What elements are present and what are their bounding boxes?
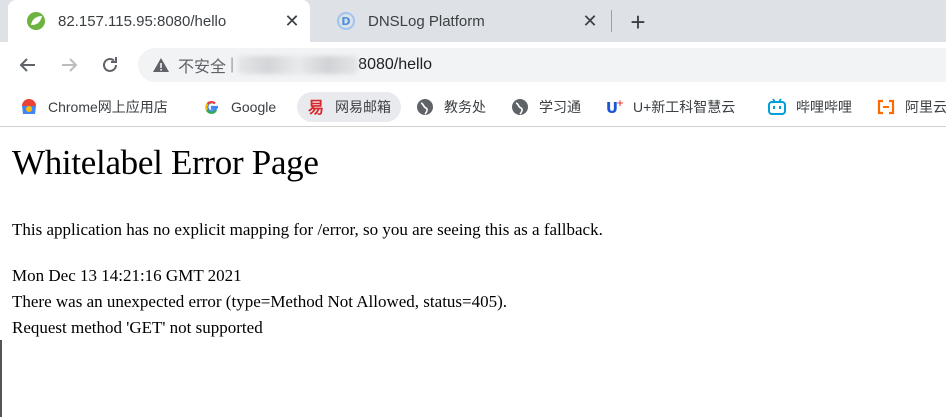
tab-title: DNSLog Platform — [368, 12, 485, 30]
close-icon[interactable]: ✕ — [282, 11, 302, 31]
toolbar: 不安全 | 8080/hello — [0, 42, 946, 88]
page-content: Whitelabel Error Page This application h… — [0, 127, 946, 417]
tab-strip: 82.157.115.95:8080/hello ✕ D DNSLog Plat… — [0, 0, 946, 42]
google-icon — [203, 98, 221, 116]
bilibili-icon — [768, 98, 786, 116]
bookmark-label: Chrome网上应用店 — [48, 99, 168, 115]
bookmark-label: Google — [231, 99, 277, 115]
u-plus-icon: U + — [605, 98, 623, 116]
tab-separator — [611, 10, 612, 32]
security-label[interactable]: 不安全 — [178, 53, 226, 77]
bookmarks-bar: Chrome网上应用店 Google 易 网易邮箱 教务处 学习通 U + U+新… — [0, 88, 946, 127]
tab-title: 82.157.115.95:8080/hello — [58, 12, 227, 30]
globe-icon — [416, 98, 434, 116]
separator: | — [230, 56, 235, 73]
aliyun-icon — [877, 98, 895, 116]
bookmark-xuexitong[interactable]: 学习通 — [511, 92, 581, 122]
error-description: There was an unexpected error (type=Meth… — [12, 292, 508, 311]
url-text[interactable]: 8080/hello — [358, 56, 432, 74]
bookmark-u-plus[interactable]: U + U+新工科智慧云 — [605, 92, 735, 122]
bookmark-netease-mail[interactable]: 易 网易邮箱 — [297, 92, 401, 122]
bookmark-bilibili[interactable]: 哔哩哔哩 — [768, 92, 852, 122]
bookmark-jiaowuchu[interactable]: 教务处 — [416, 92, 486, 122]
spring-leaf-icon — [26, 11, 46, 31]
bookmark-label: 学习通 — [539, 99, 581, 115]
globe-icon — [511, 98, 529, 116]
address-bar[interactable]: 不安全 | 8080/hello — [138, 48, 946, 82]
svg-text:+: + — [616, 99, 623, 109]
back-arrow-icon[interactable] — [14, 51, 42, 79]
bookmark-aliyun[interactable]: 阿里云 — [877, 92, 946, 122]
dnslog-icon: D — [336, 11, 356, 31]
bookmark-label: 阿里云 — [905, 99, 946, 115]
close-icon[interactable]: ✕ — [580, 11, 600, 31]
bookmark-google[interactable]: Google — [203, 92, 276, 122]
tab-hello[interactable]: 82.157.115.95:8080/hello ✕ — [8, 0, 310, 42]
fallback-message: This application has no explicit mapping… — [12, 220, 603, 239]
window-edge — [0, 340, 2, 417]
error-detail: Request method 'GET' not supported — [12, 318, 263, 337]
svg-text:易: 易 — [308, 98, 324, 116]
new-tab-icon[interactable]: + — [626, 7, 650, 37]
warning-triangle-icon[interactable] — [152, 56, 170, 74]
bookmark-label: U+新工科智慧云 — [633, 99, 736, 115]
chrome-webstore-icon — [20, 98, 38, 116]
bookmark-chrome-webstore[interactable]: Chrome网上应用店 — [20, 92, 168, 122]
forward-arrow-icon[interactable] — [55, 51, 83, 79]
svg-text:D: D — [341, 15, 350, 28]
redacted-host — [238, 56, 359, 74]
error-timestamp: Mon Dec 13 14:21:16 GMT 2021 — [12, 266, 242, 285]
page-title: Whitelabel Error Page — [12, 143, 319, 182]
bookmark-label: 网易邮箱 — [335, 99, 391, 115]
reload-icon[interactable] — [96, 51, 124, 79]
netease-mail-icon: 易 — [307, 98, 325, 116]
bookmark-label: 哔哩哔哩 — [796, 99, 852, 115]
bookmark-label: 教务处 — [444, 99, 486, 115]
tab-dnslog[interactable]: D DNSLog Platform ✕ — [318, 0, 608, 42]
